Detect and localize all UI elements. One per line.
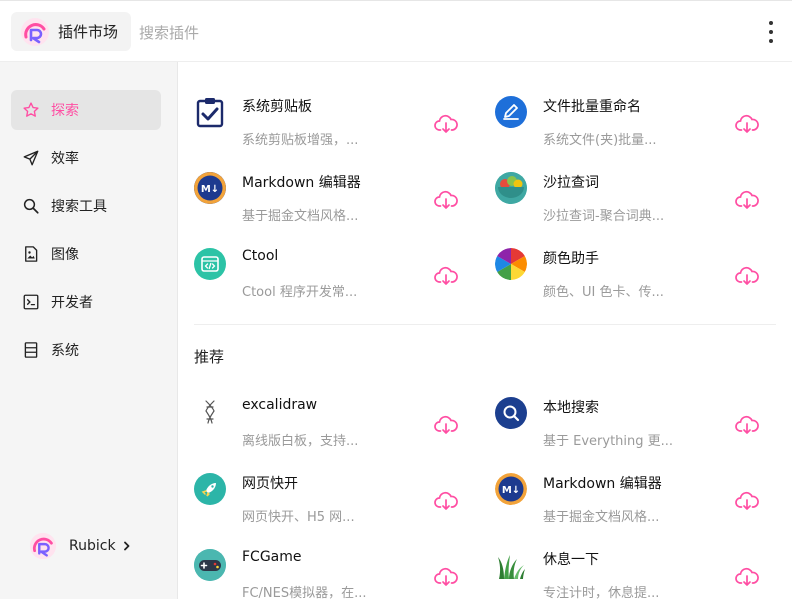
- plugin-card[interactable]: 沙拉查词 沙拉查词-聚合词典...: [495, 169, 780, 235]
- magnifier-icon: [495, 397, 527, 429]
- sidebar-item-label: 搜索工具: [51, 199, 107, 215]
- plugin-name: 本地搜索: [543, 400, 599, 416]
- terminal-icon: [21, 292, 41, 312]
- plugin-card[interactable]: 系统剪贴板 系统剪贴板增强，...: [194, 93, 479, 159]
- download-cloud-icon[interactable]: [735, 190, 759, 210]
- gamepad-icon: [194, 549, 226, 581]
- more-menu-button[interactable]: [760, 19, 782, 45]
- plugin-name: 颜色助手: [543, 251, 599, 267]
- plugin-description: Ctool 程序开发常...: [242, 285, 358, 300]
- sidebar: 探索 效率 搜索工具 图像 开发者 系统 Rubick: [0, 62, 178, 599]
- star-icon: [21, 100, 41, 120]
- download-cloud-icon[interactable]: [434, 114, 458, 134]
- download-cloud-icon[interactable]: [735, 266, 759, 286]
- plugin-description: 离线版白板，支持...: [242, 434, 359, 449]
- section-title-recommend: 推荐: [194, 348, 225, 366]
- chevron-right-icon: [123, 541, 129, 551]
- rocket-icon: [194, 473, 226, 505]
- download-cloud-icon[interactable]: [434, 190, 458, 210]
- app-brand[interactable]: 插件市场: [11, 12, 131, 51]
- plugin-card[interactable]: excalidraw 离线版白板，支持...: [194, 394, 479, 460]
- sidebar-item-search-tools[interactable]: 搜索工具: [11, 186, 161, 226]
- plugin-card[interactable]: FCGame FC/NES模拟器，在...: [194, 546, 479, 599]
- plugin-card[interactable]: M↓ Markdown 编辑器 基于掘金文档风格...: [495, 470, 780, 536]
- section-divider: [194, 324, 776, 325]
- server-icon: [21, 340, 41, 360]
- search-icon: [21, 196, 41, 216]
- plugin-card[interactable]: 文件批量重命名 系统文件(夹)批量...: [495, 93, 780, 159]
- plugin-name: FCGame: [242, 549, 302, 565]
- top-bar: 插件市场: [0, 0, 792, 62]
- plugin-name: 文件批量重命名: [543, 99, 641, 115]
- plugin-description: 系统剪贴板增强，...: [242, 133, 359, 148]
- download-cloud-icon[interactable]: [735, 567, 759, 587]
- download-cloud-icon[interactable]: [735, 415, 759, 435]
- sidebar-item-efficiency[interactable]: 效率: [11, 138, 161, 178]
- more-dot: [769, 21, 773, 25]
- plugin-card[interactable]: 休息一下 专注计时，休息提...: [495, 546, 780, 599]
- plugin-list: 系统剪贴板 系统剪贴板增强，... 文件批量重命名 系统文件(夹)批量... M…: [178, 62, 792, 599]
- plugin-card[interactable]: 颜色助手 颜色、UI 色卡、传...: [495, 245, 780, 311]
- app-title: 插件市场: [58, 23, 119, 41]
- sidebar-item-label: 效率: [51, 151, 79, 167]
- send-icon: [21, 148, 41, 168]
- plugin-description: 系统文件(夹)批量...: [543, 133, 657, 148]
- plugin-card[interactable]: M↓ Markdown 编辑器 基于掘金文档风格...: [194, 169, 479, 235]
- plugin-description: 专注计时，休息提...: [543, 586, 660, 599]
- plugin-name: Ctool: [242, 248, 279, 264]
- plugin-description: 基于掘金文档风格...: [543, 510, 660, 525]
- excalidraw-icon: [194, 397, 226, 429]
- grass-icon: [495, 549, 527, 581]
- sidebar-item-image[interactable]: 图像: [11, 234, 161, 274]
- more-dot: [769, 39, 773, 43]
- code-window-icon: [194, 248, 226, 280]
- sidebar-item-label: 开发者: [51, 295, 93, 311]
- more-dot: [769, 30, 773, 34]
- plugin-description: 网页快开、H5 网...: [242, 510, 355, 525]
- salad-bowl-icon: [495, 172, 527, 204]
- image-file-icon: [21, 244, 41, 264]
- plugin-name: Markdown 编辑器: [242, 175, 361, 191]
- color-wheel-icon: [495, 248, 527, 280]
- plugin-name: 系统剪贴板: [242, 99, 312, 115]
- pencil-icon: [495, 96, 527, 128]
- sidebar-item-label: 系统: [51, 343, 79, 359]
- plugin-description: 基于掘金文档风格...: [242, 209, 359, 224]
- sidebar-item-explore[interactable]: 探索: [11, 90, 161, 130]
- download-cloud-icon[interactable]: [434, 266, 458, 286]
- download-cloud-icon[interactable]: [434, 491, 458, 511]
- sidebar-item-label: 图像: [51, 247, 79, 263]
- markdown-icon: M↓: [194, 172, 226, 204]
- plugin-card[interactable]: 本地搜索 基于 Everything 更...: [495, 394, 780, 460]
- search-input[interactable]: [139, 22, 539, 44]
- plugin-name: 沙拉查词: [543, 175, 599, 191]
- svg-text:M↓: M↓: [201, 184, 219, 195]
- plugin-card[interactable]: Ctool Ctool 程序开发常...: [194, 245, 479, 311]
- clipboard-check-icon: [194, 96, 226, 128]
- user-profile-button[interactable]: Rubick: [29, 532, 132, 560]
- sidebar-item-system[interactable]: 系统: [11, 330, 161, 370]
- svg-text:M↓: M↓: [502, 485, 520, 496]
- rubick-logo-icon: [29, 532, 57, 560]
- plugin-description: 颜色、UI 色卡、传...: [543, 285, 664, 300]
- plugin-name: 休息一下: [543, 552, 599, 568]
- plugin-name: 网页快开: [242, 476, 298, 492]
- user-name: Rubick: [69, 538, 116, 554]
- download-cloud-icon[interactable]: [735, 491, 759, 511]
- plugin-card[interactable]: 网页快开 网页快开、H5 网...: [194, 470, 479, 536]
- download-cloud-icon[interactable]: [735, 114, 759, 134]
- sidebar-item-developer[interactable]: 开发者: [11, 282, 161, 322]
- rubick-logo-icon: [21, 17, 49, 46]
- plugin-description: FC/NES模拟器，在...: [242, 586, 367, 599]
- plugin-name: excalidraw: [242, 397, 318, 413]
- plugin-description: 基于 Everything 更...: [543, 434, 674, 449]
- plugin-name: Markdown 编辑器: [543, 476, 662, 492]
- plugin-description: 沙拉查词-聚合词典...: [543, 209, 665, 224]
- download-cloud-icon[interactable]: [434, 415, 458, 435]
- download-cloud-icon[interactable]: [434, 567, 458, 587]
- markdown-icon: M↓: [495, 473, 527, 505]
- sidebar-item-label: 探索: [51, 103, 79, 119]
